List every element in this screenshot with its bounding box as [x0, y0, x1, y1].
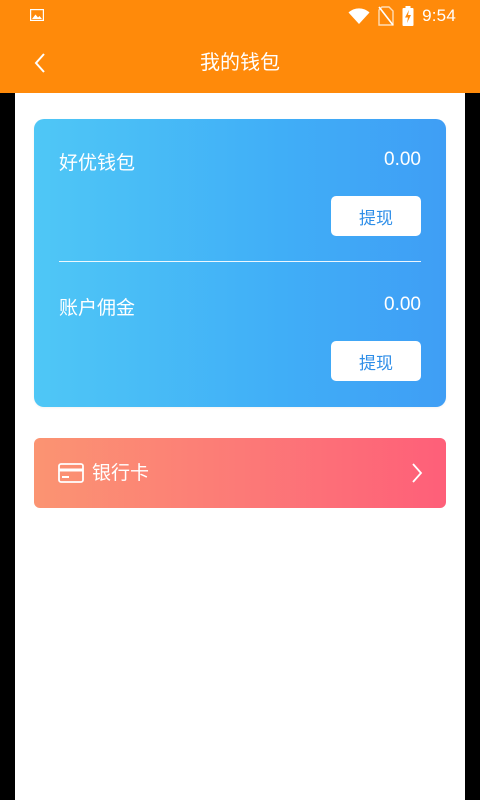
haoyou-wallet-label: 好优钱包 [59, 152, 136, 174]
image-icon [30, 9, 44, 21]
bank-card-label: 银行卡 [92, 462, 150, 484]
credit-card-icon [58, 463, 84, 483]
commission-amount: 0.00 [384, 294, 421, 315]
wallet-divider [59, 261, 421, 262]
commission-withdraw-button[interactable]: 提现 [331, 341, 421, 381]
chevron-right-icon [412, 463, 423, 483]
no-sim-icon [378, 6, 394, 26]
battery-charging-icon [402, 6, 414, 26]
wifi-icon [348, 8, 370, 24]
bank-card-row[interactable]: 银行卡 [34, 438, 446, 508]
commission-label: 账户佣金 [59, 297, 136, 319]
page-title: 我的钱包 [200, 50, 280, 74]
wallet-card: 好优钱包 0.00 提现 账户佣金 0.00 提现 [34, 119, 446, 407]
status-time: 9:54 [422, 6, 456, 25]
haoyou-withdraw-button[interactable]: 提现 [331, 196, 421, 236]
status-icons: 9:54 [348, 4, 456, 28]
haoyou-wallet-amount: 0.00 [384, 149, 421, 170]
status-bar: 9:54 [0, 0, 480, 32]
navigation-bar: 我的钱包 [15, 32, 465, 93]
